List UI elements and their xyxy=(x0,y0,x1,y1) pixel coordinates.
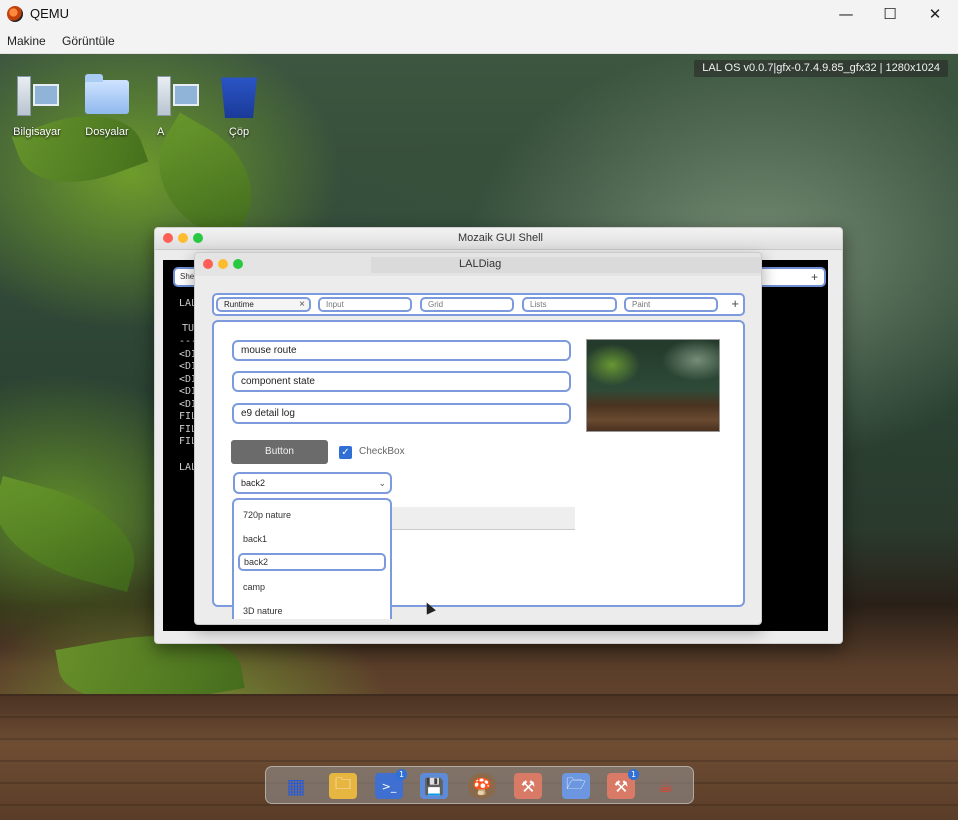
tab-lists[interactable]: Lists xyxy=(522,297,617,312)
java-icon[interactable]: ☕ xyxy=(652,773,680,799)
tab-grid[interactable]: Grid xyxy=(420,297,514,312)
shell-window-title: Mozaik GUI Shell xyxy=(458,232,543,244)
menu-goruntule[interactable]: Görüntüle xyxy=(62,34,115,48)
wallpaper-leaf xyxy=(0,475,148,593)
menu-makine[interactable]: Makine xyxy=(7,34,46,48)
app-grid-icon[interactable]: ▦ xyxy=(282,773,310,799)
combobox-dropdown: 720p nature back1 back2 camp 3D nature xyxy=(232,498,392,619)
e9-detail-log-field[interactable]: e9 detail log xyxy=(232,403,571,424)
demo-button[interactable]: Button xyxy=(231,440,328,464)
mouse-route-field[interactable]: mouse route xyxy=(232,340,571,361)
minimize-button[interactable]: — xyxy=(823,2,869,26)
zoom-dot-icon[interactable] xyxy=(233,259,243,269)
desktop-icon-label: Dosyalar xyxy=(85,126,129,138)
dropdown-item-camp[interactable]: camp xyxy=(243,582,265,592)
combobox-value: back2 xyxy=(241,478,266,488)
desktop-icon-cop[interactable]: Çöp xyxy=(207,72,271,138)
image-preview xyxy=(586,339,720,432)
checkbox[interactable]: ✓ xyxy=(339,446,352,459)
dropdown-item-720p-nature[interactable]: 720p nature xyxy=(243,510,291,520)
minimize-dot-icon[interactable] xyxy=(178,233,188,243)
dropdown-item-back2[interactable]: back2 xyxy=(238,553,386,571)
save-icon[interactable]: 💾 xyxy=(420,773,448,799)
network-icon xyxy=(153,72,201,120)
computer-icon xyxy=(13,72,61,120)
component-state-field[interactable]: component state xyxy=(232,371,571,392)
tab-label: Runtime xyxy=(224,300,254,309)
shell-add-tab-button[interactable]: + xyxy=(811,270,818,284)
notification-badge: 1 xyxy=(628,769,639,780)
files-icon[interactable]: 🗀 xyxy=(329,773,357,799)
notification-badge: 1 xyxy=(396,769,407,780)
zoom-dot-icon[interactable] xyxy=(193,233,203,243)
checkbox-label: CheckBox xyxy=(359,446,405,457)
desktop-icon-a[interactable]: A xyxy=(145,72,209,138)
list-header-bar xyxy=(392,507,575,530)
minimize-dot-icon[interactable] xyxy=(218,259,228,269)
folder-icon xyxy=(83,72,131,120)
desktop-icon-label: Bilgisayar xyxy=(13,126,61,138)
qemu-window-title: QEMU xyxy=(30,6,69,21)
close-dot-icon[interactable] xyxy=(203,259,213,269)
desktop-icon-label: Çöp xyxy=(228,126,250,138)
terminal-glyph: >_ xyxy=(381,779,397,793)
qemu-titlebar: QEMU — ☐ ✕ xyxy=(0,0,958,28)
dock: ▦ 🗀 >_ 1 💾 🍄 ⚒ 🗁 ⚒ 1 ☕ xyxy=(265,766,694,804)
desktop-icon-label: A xyxy=(157,126,165,138)
dropdown-item-back1[interactable]: back1 xyxy=(243,534,267,544)
tool-icon[interactable]: ⚒ xyxy=(514,773,542,799)
tab-close-icon[interactable]: × xyxy=(299,299,305,310)
dropdown-item-3d-nature[interactable]: 3D nature xyxy=(243,606,283,616)
qemu-menubar: Makine Görüntüle xyxy=(0,28,958,54)
terminal-icon[interactable]: >_ 1 xyxy=(375,769,407,799)
laldiag-titlebar[interactable]: LALDiag xyxy=(195,253,761,276)
mushroom-icon[interactable]: 🍄 xyxy=(468,773,496,799)
close-dot-icon[interactable] xyxy=(163,233,173,243)
shell-tab[interactable]: She xyxy=(180,272,194,281)
tool-glyph: ⚒ xyxy=(613,776,629,796)
background-combobox[interactable]: back2 ⌄ xyxy=(233,472,392,494)
tab-runtime[interactable]: Runtime × xyxy=(216,297,311,312)
desktop-icon-bilgisayar[interactable]: Bilgisayar xyxy=(5,72,69,138)
tab-paint[interactable]: Paint xyxy=(624,297,718,312)
chevron-down-icon[interactable]: ⌄ xyxy=(378,474,386,492)
guest-desktop: LAL OS v0.0.7|gfx-0.7.4.9.85_gfx32 | 128… xyxy=(0,54,958,820)
close-button[interactable]: ✕ xyxy=(912,2,958,26)
laldiag-window-title: LALDiag xyxy=(459,258,502,270)
tab-input[interactable]: Input xyxy=(318,297,412,312)
shell-titlebar[interactable]: Mozaik GUI Shell xyxy=(155,228,842,250)
maximize-button[interactable]: ☐ xyxy=(867,2,913,26)
qemu-logo-icon xyxy=(7,6,23,22)
trash-icon xyxy=(215,72,263,120)
add-tab-button[interactable]: + xyxy=(731,296,739,311)
terminal-line: TU xyxy=(182,323,195,334)
tool-badge-icon[interactable]: ⚒ 1 xyxy=(607,769,639,799)
os-info-label: LAL OS v0.0.7|gfx-0.7.4.9.85_gfx32 | 128… xyxy=(694,60,948,77)
folder-search-icon[interactable]: 🗁 xyxy=(562,773,590,799)
desktop-icon-dosyalar[interactable]: Dosyalar xyxy=(75,72,139,138)
laldiag-tabbar: Runtime × Input Grid Lists Paint + xyxy=(212,293,745,316)
